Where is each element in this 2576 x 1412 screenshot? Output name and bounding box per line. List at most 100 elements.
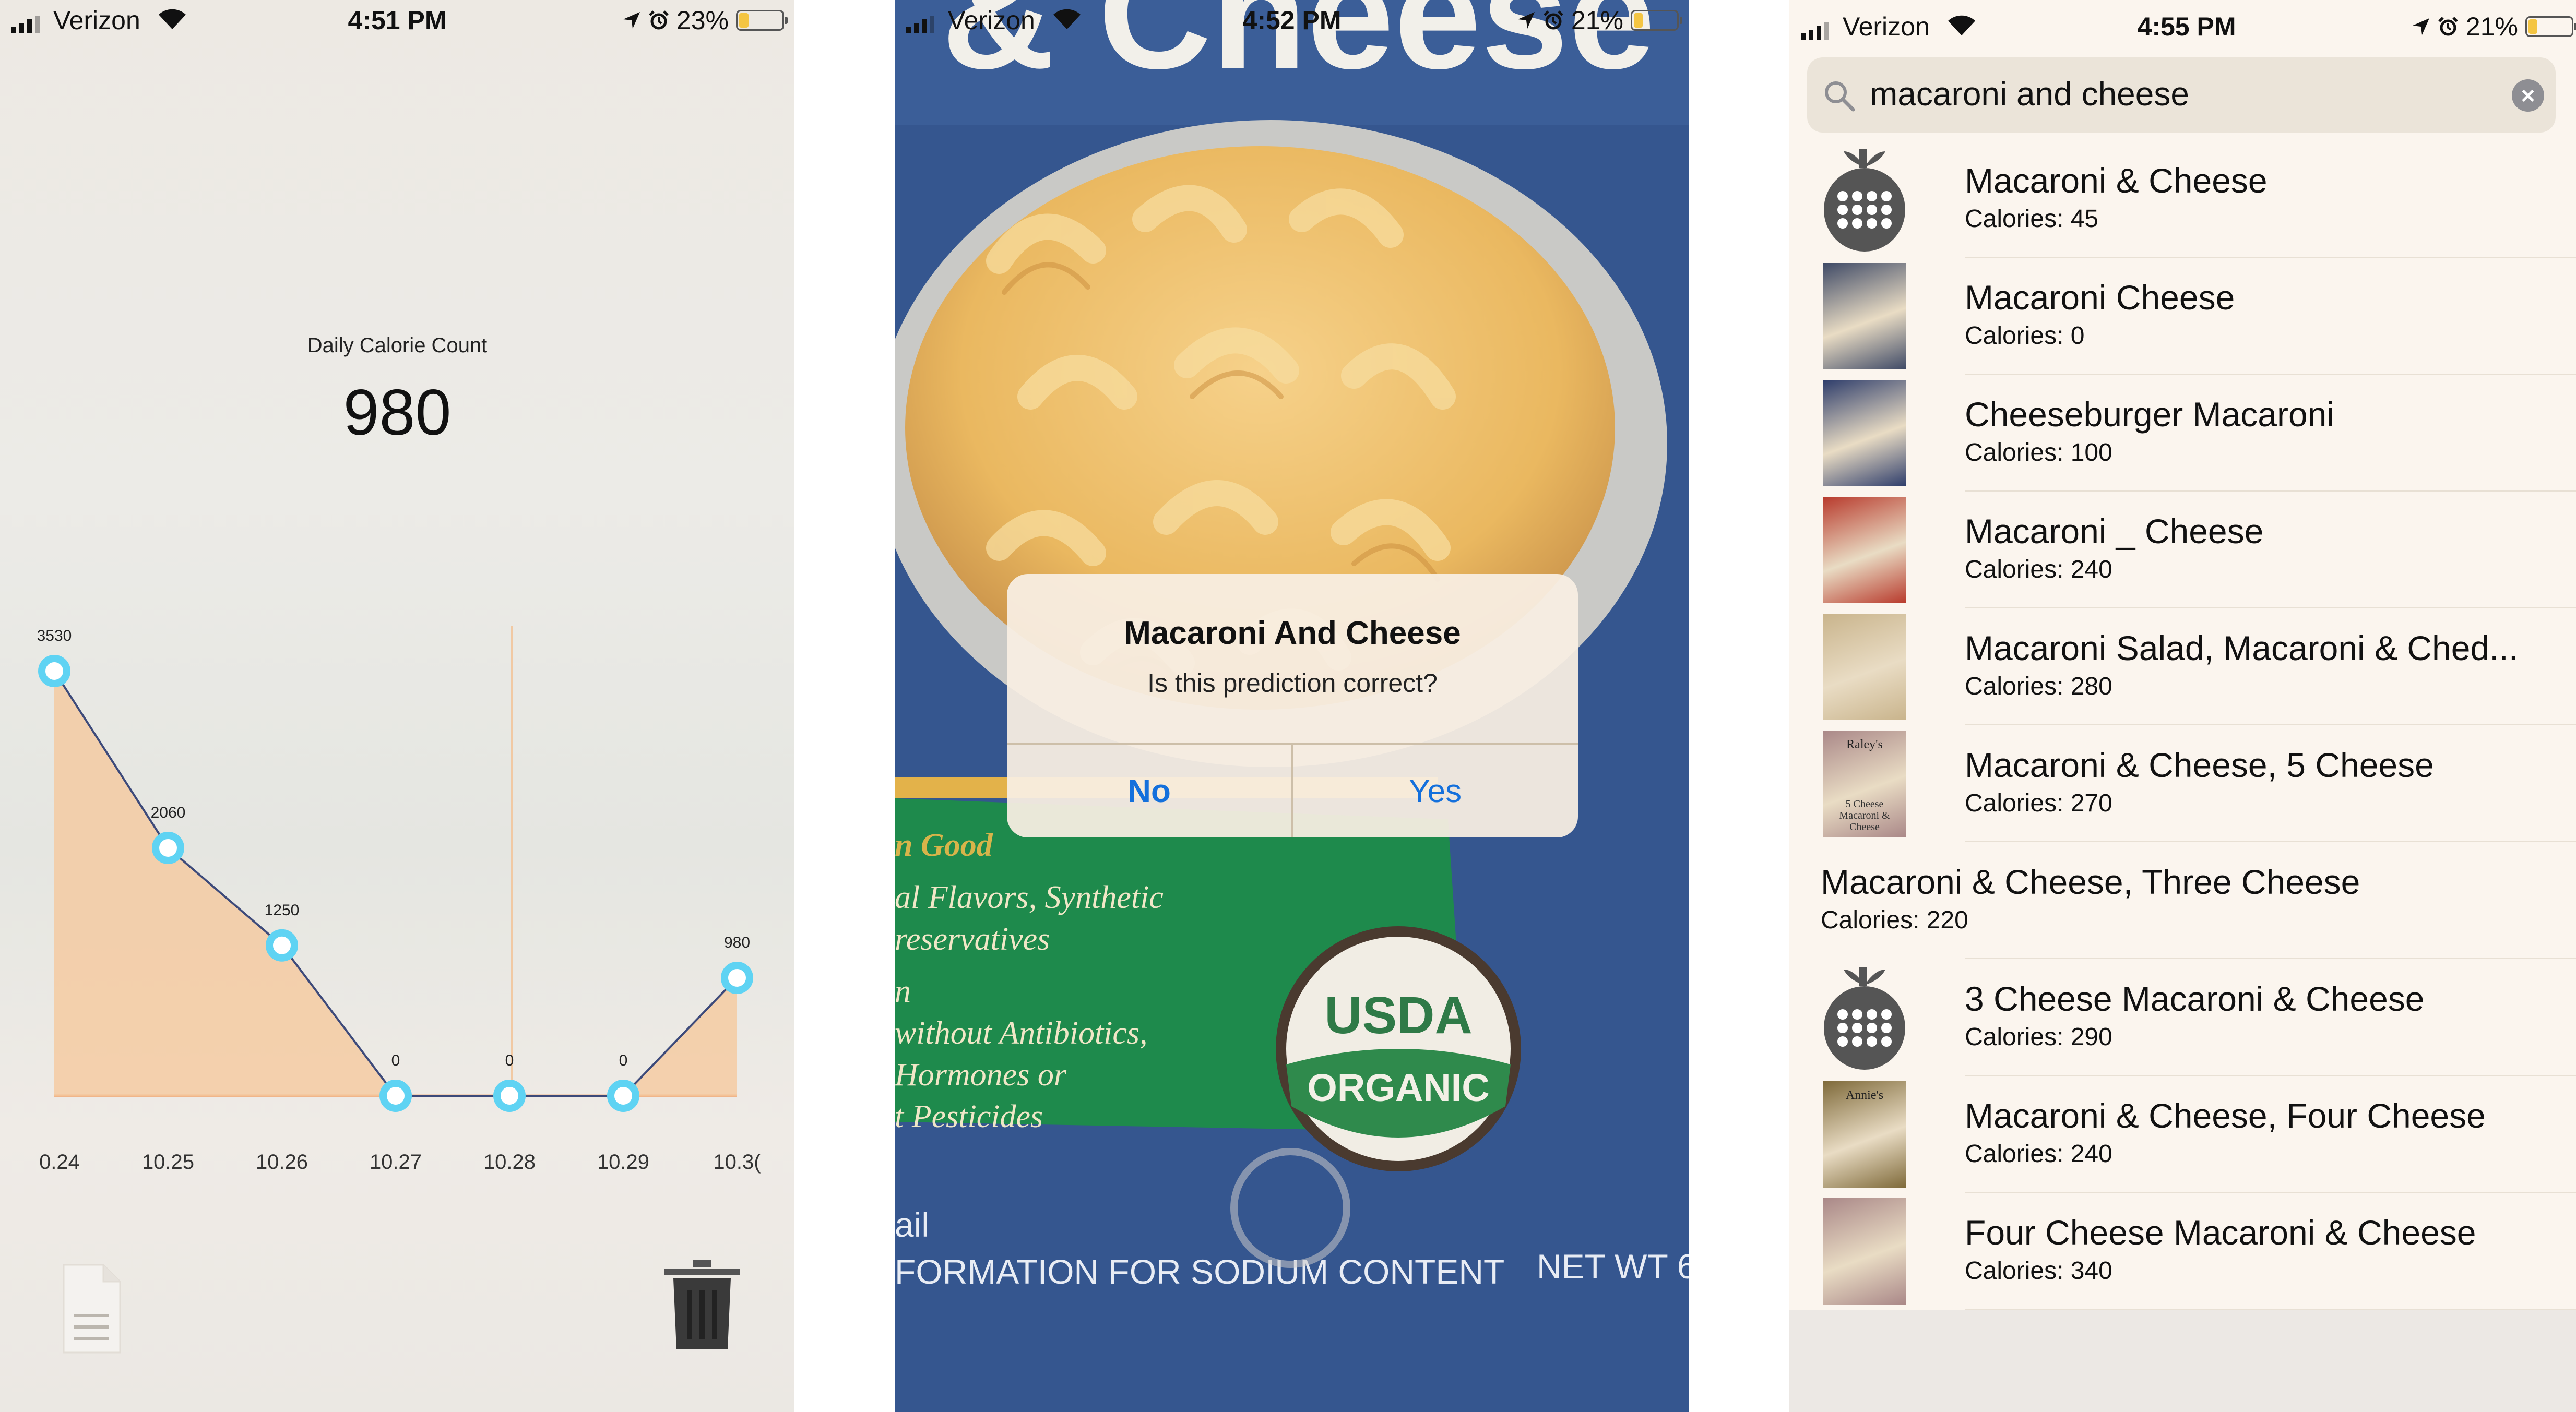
product-thumbnail (1823, 497, 1906, 603)
result-name: Four Cheese Macaroni & Cheese (1965, 1213, 2476, 1252)
keyboard-area (1789, 1310, 2576, 1412)
status-bar: Verizon 4:55 PM 21% (1789, 6, 2576, 50)
svg-text:Hormones or: Hormones or (895, 1057, 1067, 1093)
result-row[interactable]: Four Cheese Macaroni & Cheese Calories: 3… (1789, 1193, 2576, 1310)
battery-percent: 21% (1571, 6, 1623, 35)
result-calories: Calories: 280 (1965, 673, 2112, 700)
result-name: Cheeseburger Macaroni (1965, 395, 2335, 434)
search-input[interactable]: macaroni and cheese (1870, 75, 2189, 113)
product-thumbnail (1823, 263, 1906, 369)
result-name: Macaroni Salad, Macaroni & Ched... (1965, 629, 2519, 667)
svg-text:without Antibiotics,: without Antibiotics, (895, 1015, 1148, 1051)
svg-text:t Pesticides: t Pesticides (895, 1099, 1043, 1134)
result-calories: Calories: 0 (1965, 322, 2085, 350)
food-search-screen: Verizon 4:55 PM 21% macaroni and cheese … (1789, 0, 2576, 1412)
chart-point (152, 831, 184, 864)
product-thumbnail (1823, 614, 1906, 720)
search-icon (1825, 81, 1855, 112)
result-row[interactable]: Macaroni Salad, Macaroni & Ched... Calori… (1789, 608, 2576, 725)
svg-text:al Flavors, Synthetic: al Flavors, Synthetic (895, 880, 1164, 915)
result-calories: Calories: 100 (1965, 439, 2112, 466)
clear-search-icon[interactable]: × (2512, 79, 2544, 112)
svg-text:n: n (895, 974, 911, 1009)
app-logo-icon (1824, 149, 1905, 252)
chart-tick-label: 10.26 (256, 1151, 308, 1174)
chart-tick-label: 10.29 (597, 1151, 649, 1174)
result-calories: Calories: 45 (1965, 205, 2099, 233)
chart-tick-label: 10.3( (713, 1151, 761, 1174)
svg-text:NET WT 6 OZ: NET WT 6 OZ (1537, 1247, 1689, 1286)
result-row[interactable]: Raley's 5 Cheese Macaroni & Cheese Macaron… (1789, 725, 2576, 842)
svg-text:FORMATION FOR SODIUM CONTENT: FORMATION FOR SODIUM CONTENT (895, 1252, 1504, 1291)
result-name: 3 Cheese Macaroni & Cheese (1965, 979, 2425, 1018)
yes-button[interactable]: Yes (1293, 745, 1577, 837)
chart-data-label: 0 (391, 1052, 400, 1069)
status-bar: Verizon 4:51 PM 23% (0, 0, 794, 44)
result-row[interactable]: Macaroni _ Cheese Calories: 240 (1789, 492, 2576, 608)
result-name: Macaroni & Cheese (1965, 161, 2268, 200)
location-icon (623, 12, 640, 29)
document-icon[interactable] (62, 1263, 122, 1355)
chart-data-label: 0 (619, 1052, 628, 1069)
chart-tick-label: 10.25 (142, 1151, 194, 1174)
battery-icon (736, 10, 788, 31)
trash-icon[interactable] (663, 1258, 741, 1351)
product-thumbnail (1823, 1198, 1906, 1305)
chart-title: Daily Calorie Count (307, 334, 488, 357)
product-thumbnail (1823, 380, 1906, 486)
alarm-icon (2438, 17, 2458, 36)
result-name: Macaroni & Cheese, Three Cheese (1821, 863, 2360, 901)
status-bar: Verizon 4:52 PM 21% (895, 0, 1689, 44)
result-row[interactable]: Macaroni & Cheese Calories: 45 (1789, 141, 2576, 258)
result-name: Macaroni Cheese (1965, 278, 2235, 317)
chart-area (54, 671, 737, 1096)
chart-tick-label: 0.24 (39, 1151, 80, 1174)
location-icon (1517, 12, 1535, 29)
result-calories: Calories: 340 (1965, 1257, 2112, 1285)
search-field[interactable]: macaroni and cheese × (1807, 57, 2556, 133)
chart-point (607, 1080, 639, 1112)
chart-point (493, 1080, 526, 1112)
alarm-icon (1544, 10, 1563, 30)
result-row[interactable]: Annie's Macaroni & Cheese, Four Cheese Cal… (1789, 1076, 2576, 1193)
app-logo-icon (1824, 967, 1905, 1070)
chart-data-label: 1250 (265, 902, 300, 919)
battery-icon (1631, 10, 1682, 31)
result-row[interactable]: Cheeseburger Macaroni Calories: 100 (1789, 375, 2576, 492)
result-calories: Calories: 240 (1965, 556, 2112, 583)
thumb-text: Annie's (1845, 1088, 1884, 1102)
result-calories: Calories: 240 (1965, 1140, 2112, 1168)
chart-data-label: 0 (505, 1052, 514, 1069)
chart-point (38, 655, 70, 687)
thumb-text: 5 Cheese Macaroni & Cheese (1839, 798, 1890, 833)
svg-text:reservatives: reservatives (895, 922, 1050, 957)
shutter-button[interactable] (1230, 1148, 1350, 1268)
result-row[interactable]: 3 Cheese Macaroni & Cheese Calories: 290 (1789, 959, 2576, 1076)
chart-data-label: 2060 (151, 804, 186, 821)
svg-text:USDA: USDA (1324, 986, 1472, 1045)
battery-icon (2525, 16, 2576, 37)
result-calories: Calories: 290 (1965, 1023, 2112, 1051)
chart-tick-label: 10.28 (483, 1151, 536, 1174)
no-button[interactable]: No (1007, 745, 1291, 837)
battery-percent: 21% (2465, 12, 2518, 41)
battery-percent: 23% (676, 6, 729, 35)
result-name: Macaroni & Cheese, Four Cheese (1965, 1096, 2486, 1135)
result-name: Macaroni _ Cheese (1965, 512, 2264, 551)
calorie-chart-screen: Verizon 4:51 PM 23% Daily Calorie Count … (0, 0, 794, 1412)
result-calories: Calories: 270 (1965, 789, 2112, 817)
chart-point (266, 929, 298, 962)
chart-tick-label: 10.27 (370, 1151, 422, 1174)
result-row[interactable]: Macaroni & Cheese, Three Cheese Calories:… (1789, 842, 2576, 959)
chart-point (379, 1080, 412, 1112)
result-row[interactable]: Macaroni Cheese Calories: 0 (1789, 258, 2576, 375)
alert-title: Macaroni And Cheese (1124, 615, 1461, 651)
location-icon (2412, 18, 2429, 35)
svg-text:n Good: n Good (895, 828, 993, 863)
alarm-icon (649, 10, 669, 30)
chart-point (721, 962, 753, 995)
chart-data-label: 980 (724, 934, 750, 951)
product-thumbnail: Raley's 5 Cheese Macaroni & Cheese (1823, 731, 1906, 837)
svg-text:ORGANIC: ORGANIC (1307, 1066, 1489, 1109)
chart-data-label: 3530 (37, 627, 72, 644)
